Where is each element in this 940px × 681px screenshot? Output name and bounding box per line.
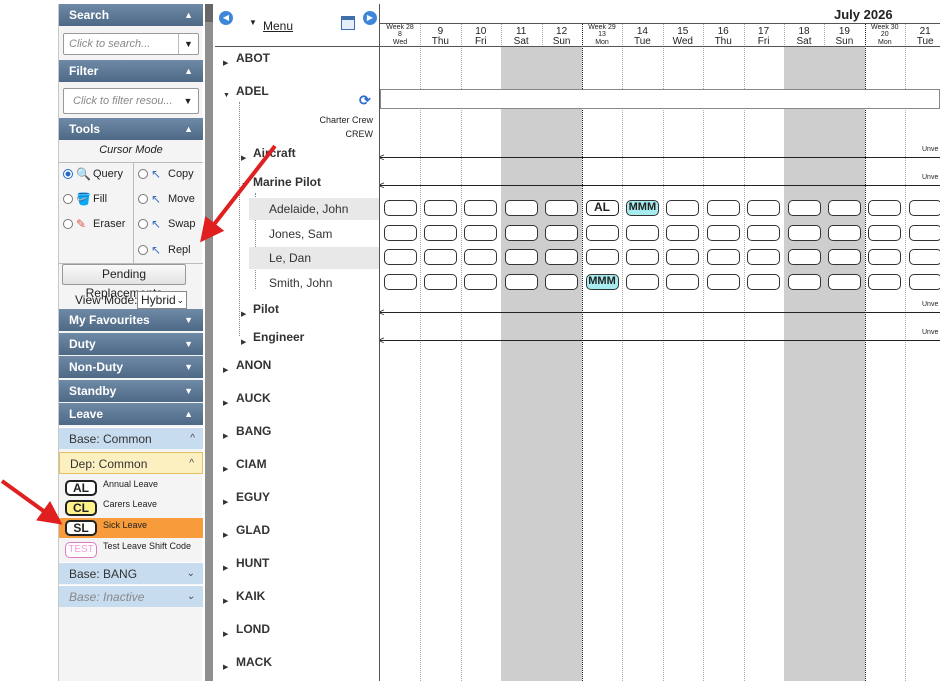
annotation-arrows: [0, 144, 277, 525]
annotation-arrow: [200, 144, 277, 243]
annotation-arrow: [0, 479, 63, 525]
